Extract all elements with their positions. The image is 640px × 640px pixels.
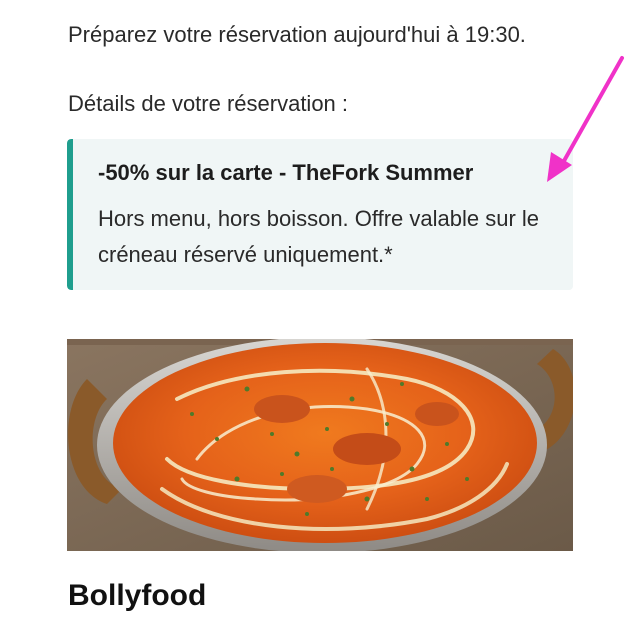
restaurant-photo bbox=[67, 339, 573, 551]
reservation-intro-text: Préparez votre réservation aujourd'hui à… bbox=[68, 22, 526, 47]
offer-card: -50% sur la carte - TheFork Summer Hors … bbox=[67, 139, 573, 290]
offer-accent-bar bbox=[67, 139, 73, 290]
reservation-details-heading: Détails de votre réservation : bbox=[68, 91, 349, 116]
restaurant-name[interactable]: Bollyfood bbox=[68, 578, 206, 614]
offer-description: Hors menu, hors boisson. Offre valable s… bbox=[98, 206, 540, 267]
offer-title: -50% sur la carte - TheFork Summer bbox=[98, 160, 474, 185]
